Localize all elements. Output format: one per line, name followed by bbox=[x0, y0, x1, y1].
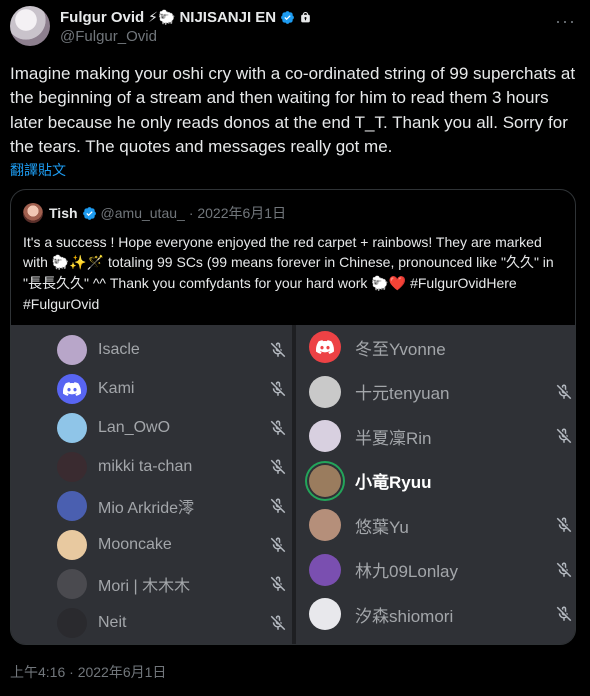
member-name: Kami bbox=[98, 380, 135, 397]
voice-member[interactable]: Mio Arkride澪 bbox=[57, 490, 287, 522]
voice-member[interactable]: 汐森shiomori bbox=[309, 598, 573, 630]
member-avatar bbox=[57, 335, 87, 365]
quote-author-handle: @amu_utau_ bbox=[100, 205, 185, 221]
member-avatar bbox=[57, 491, 87, 521]
member-name: 小竜Ryuu bbox=[355, 473, 432, 492]
author-name[interactable]: Fulgur Ovid bbox=[60, 9, 144, 26]
more-options-icon[interactable]: ··· bbox=[555, 12, 576, 30]
member-name: Mio Arkride澪 bbox=[98, 500, 195, 517]
member-name: Neit bbox=[98, 614, 127, 631]
marks-emojis: 🐑✨🪄 bbox=[51, 255, 105, 271]
heart-emoji: ❤️ bbox=[388, 276, 407, 292]
quote-avatar bbox=[23, 203, 43, 223]
quote-text: It's a success ! Hope everyone enjoyed t… bbox=[23, 232, 563, 314]
discord-default-avatar-icon bbox=[309, 331, 341, 363]
author-handle[interactable]: @Fulgur_Ovid bbox=[60, 28, 157, 45]
mic-muted-icon bbox=[555, 561, 573, 579]
mic-muted-icon bbox=[555, 605, 573, 623]
member-name: 冬至Yvonne bbox=[355, 339, 446, 359]
voice-member[interactable]: Isacle bbox=[57, 334, 287, 366]
member-avatar bbox=[57, 452, 87, 482]
member-name: 半夏凜Rin bbox=[355, 428, 432, 448]
mic-muted-icon bbox=[269, 497, 287, 515]
mic-muted-icon bbox=[269, 419, 287, 437]
member-name: mikki ta-chan bbox=[98, 458, 193, 475]
quote-header: Tish @amu_utau_ · 2022年6月1日 bbox=[23, 203, 286, 223]
author-name-row[interactable]: Fulgur Ovid ⚡🐑 NIJISANJI EN bbox=[60, 9, 312, 26]
translate-link[interactable]: 翻譯貼文 bbox=[10, 160, 66, 180]
member-name: 林九09Lonlay bbox=[355, 562, 459, 581]
voice-members-right: 冬至Yvonne 十元tenyuan 半夏凜Rin 小竜Ryuu 悠葉Yu 林九09Lon… bbox=[296, 325, 575, 644]
member-name: 汐森shiomori bbox=[355, 606, 454, 626]
quote-tweet[interactable]: Tish @amu_utau_ · 2022年6月1日 It's a succe… bbox=[10, 189, 576, 645]
voice-member[interactable]: Neit bbox=[57, 607, 287, 639]
tweet-text: Imagine making your oshi cry with a co-o… bbox=[10, 64, 576, 157]
mic-muted-icon bbox=[555, 516, 573, 534]
discord-default-avatar-icon bbox=[57, 374, 87, 404]
member-name: Mooncake bbox=[98, 536, 172, 553]
mic-muted-icon bbox=[555, 427, 573, 445]
member-avatar bbox=[57, 608, 87, 638]
quote-author-name: Tish bbox=[49, 205, 78, 221]
tweet-header: Fulgur Ovid ⚡🐑 NIJISANJI EN @Fulgur_Ovid… bbox=[10, 6, 580, 50]
member-name: Isacle bbox=[98, 341, 140, 358]
voice-member[interactable]: 小竜Ryuu bbox=[309, 464, 573, 497]
mic-muted-icon bbox=[269, 380, 287, 398]
member-name: 十元tenyuan bbox=[355, 384, 450, 403]
author-avatar[interactable] bbox=[10, 6, 50, 46]
member-avatar bbox=[309, 464, 341, 497]
voice-member[interactable]: 悠葉Yu bbox=[309, 509, 573, 541]
tweet-timestamp[interactable]: 上午4:16 · 2022年6月1日 bbox=[10, 662, 166, 682]
member-avatar bbox=[57, 530, 87, 560]
mic-muted-icon bbox=[269, 575, 287, 593]
discord-voice-screenshot[interactable]: Isacle Kami Lan_OwOmikki ta-chan Mio Arkrid… bbox=[11, 325, 575, 644]
author-emojis: ⚡🐑 bbox=[148, 9, 176, 26]
voice-member[interactable]: 十元tenyuan bbox=[309, 375, 573, 408]
voice-member[interactable]: 半夏凜Rin bbox=[309, 420, 573, 452]
voice-member[interactable]: Kami bbox=[57, 373, 287, 405]
voice-member[interactable]: 冬至Yvonne bbox=[309, 331, 573, 363]
member-avatar bbox=[309, 375, 341, 408]
member-avatar bbox=[309, 509, 341, 541]
verified-badge-icon bbox=[82, 206, 96, 220]
mic-muted-icon bbox=[555, 383, 573, 401]
quote-date: · 2022年6月1日 bbox=[188, 205, 287, 221]
mic-muted-icon bbox=[269, 614, 287, 632]
member-name: Mori | 木木木 bbox=[98, 578, 191, 595]
voice-member[interactable]: Mori | 木木木 bbox=[57, 568, 287, 600]
voice-member[interactable]: Mooncake bbox=[57, 529, 287, 561]
lock-icon bbox=[301, 11, 310, 23]
member-avatar bbox=[57, 413, 87, 443]
mic-muted-icon bbox=[269, 458, 287, 476]
sheep-emoji: 🐑 bbox=[371, 276, 389, 292]
member-avatar bbox=[309, 598, 341, 630]
verified-badge-icon bbox=[281, 11, 295, 24]
member-name: Lan_OwO bbox=[98, 419, 171, 436]
member-avatar bbox=[57, 569, 87, 599]
mic-muted-icon bbox=[269, 341, 287, 359]
member-avatar bbox=[309, 553, 341, 586]
voice-member[interactable]: Lan_OwO bbox=[57, 412, 287, 444]
voice-member[interactable]: mikki ta-chan bbox=[57, 451, 287, 483]
author-org[interactable]: NIJISANJI EN bbox=[179, 9, 276, 26]
member-name: 悠葉Yu bbox=[355, 517, 409, 537]
voice-member[interactable]: 林九09Lonlay bbox=[309, 553, 573, 586]
voice-members-left: Isacle Kami Lan_OwOmikki ta-chan Mio Arkrid… bbox=[11, 325, 292, 644]
mic-muted-icon bbox=[269, 536, 287, 554]
member-avatar bbox=[309, 420, 341, 452]
